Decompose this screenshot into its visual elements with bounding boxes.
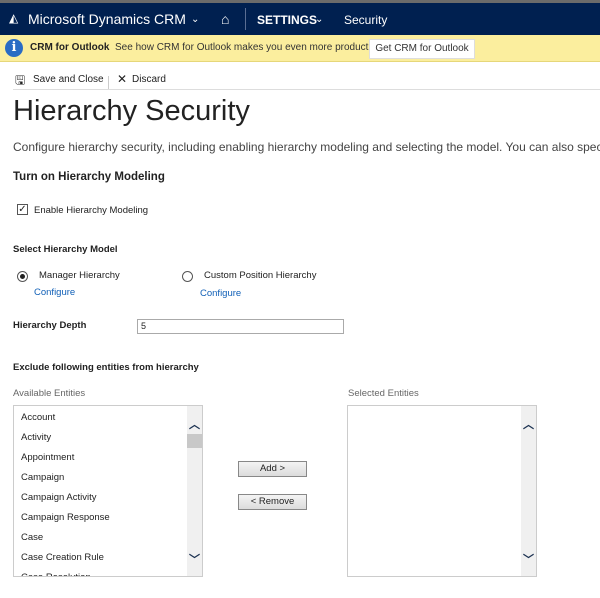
home-icon[interactable]: ⌂ [221,11,229,27]
entity-list-item[interactable]: Activity [14,428,202,448]
info-message: See how CRM for Outlook makes you even m… [115,42,385,53]
info-icon: i [5,39,23,57]
scroll-down-icon[interactable]: ﹀ [523,551,534,567]
enable-hierarchy-label: Enable Hierarchy Modeling [34,205,149,216]
depth-label: Hierarchy Depth [13,320,87,331]
nav-divider [245,8,246,30]
entity-list-item[interactable]: Campaign [14,468,202,488]
entity-list-item[interactable]: Campaign Response [14,508,202,528]
toolbar-divider-line [13,89,600,90]
chevron-down-icon[interactable]: ⌄ [191,14,199,25]
info-title: CRM for Outlook [30,42,110,53]
model-heading: Select Hierarchy Model [13,244,118,255]
selected-entities-list[interactable]: ︿ ﹀ [347,405,537,577]
modeling-heading: Turn on Hierarchy Modeling [13,171,165,183]
get-crm-outlook-button[interactable]: Get CRM for Outlook [369,39,475,59]
add-button[interactable]: Add > [238,461,307,477]
nav-bar: ◭ Microsoft Dynamics CRM ⌄ ⌂ SETTINGS ⌄ … [0,3,600,35]
dynamics-logo-icon: ◭ [9,11,19,25]
configure-manager-link[interactable]: Configure [34,287,75,298]
scrollbar[interactable]: ︿ ﹀ [521,406,536,576]
scroll-up-icon[interactable]: ︿ [523,416,534,432]
discard-button[interactable]: Discard [132,74,166,85]
enable-hierarchy-checkbox[interactable]: ✓ [17,204,28,215]
available-entities-label: Available Entities [13,388,86,399]
manager-hierarchy-label: Manager Hierarchy [39,270,120,281]
chevron-down-icon[interactable]: ⌄ [315,14,323,25]
page-title: Hierarchy Security [13,95,250,127]
remove-button[interactable]: < Remove [238,494,307,510]
manager-hierarchy-radio[interactable] [17,271,28,282]
info-bar: i CRM for Outlook See how CRM for Outloo… [0,35,600,62]
scroll-up-icon[interactable]: ︿ [189,416,200,432]
entity-list-item[interactable]: Case [14,528,202,548]
available-entities-list[interactable]: Account Activity Appointment Campaign Campai… [13,405,203,577]
entity-list-item[interactable]: Account [14,408,202,428]
app-title[interactable]: Microsoft Dynamics CRM [28,11,186,27]
toolbar-divider [108,76,109,89]
save-and-close-button[interactable]: Save and Close [33,74,104,85]
scrollbar[interactable]: ︿ ﹀ [187,406,202,576]
configure-position-link[interactable]: Configure [200,288,241,299]
settings-menu[interactable]: SETTINGS [257,13,317,27]
selected-entities-label: Selected Entities [348,388,419,399]
entity-list-item[interactable]: Case Creation Rule [14,548,202,568]
entity-list-item[interactable]: Case Resolution [14,568,202,576]
entity-list-item[interactable]: Appointment [14,448,202,468]
custom-position-radio[interactable] [182,271,193,282]
breadcrumb-security[interactable]: Security [344,13,387,27]
custom-position-label: Custom Position Hierarchy [204,270,317,281]
scroll-thumb[interactable] [187,434,202,448]
close-icon[interactable]: ✕ [117,72,127,86]
exclude-heading: Exclude following entities from hierarch… [13,362,199,373]
scroll-down-icon[interactable]: ﹀ [189,551,200,567]
hierarchy-depth-input[interactable]: 5 [137,319,344,334]
page-description: Configure hierarchy security, including … [13,140,600,154]
entity-list-item[interactable]: Campaign Activity [14,488,202,508]
